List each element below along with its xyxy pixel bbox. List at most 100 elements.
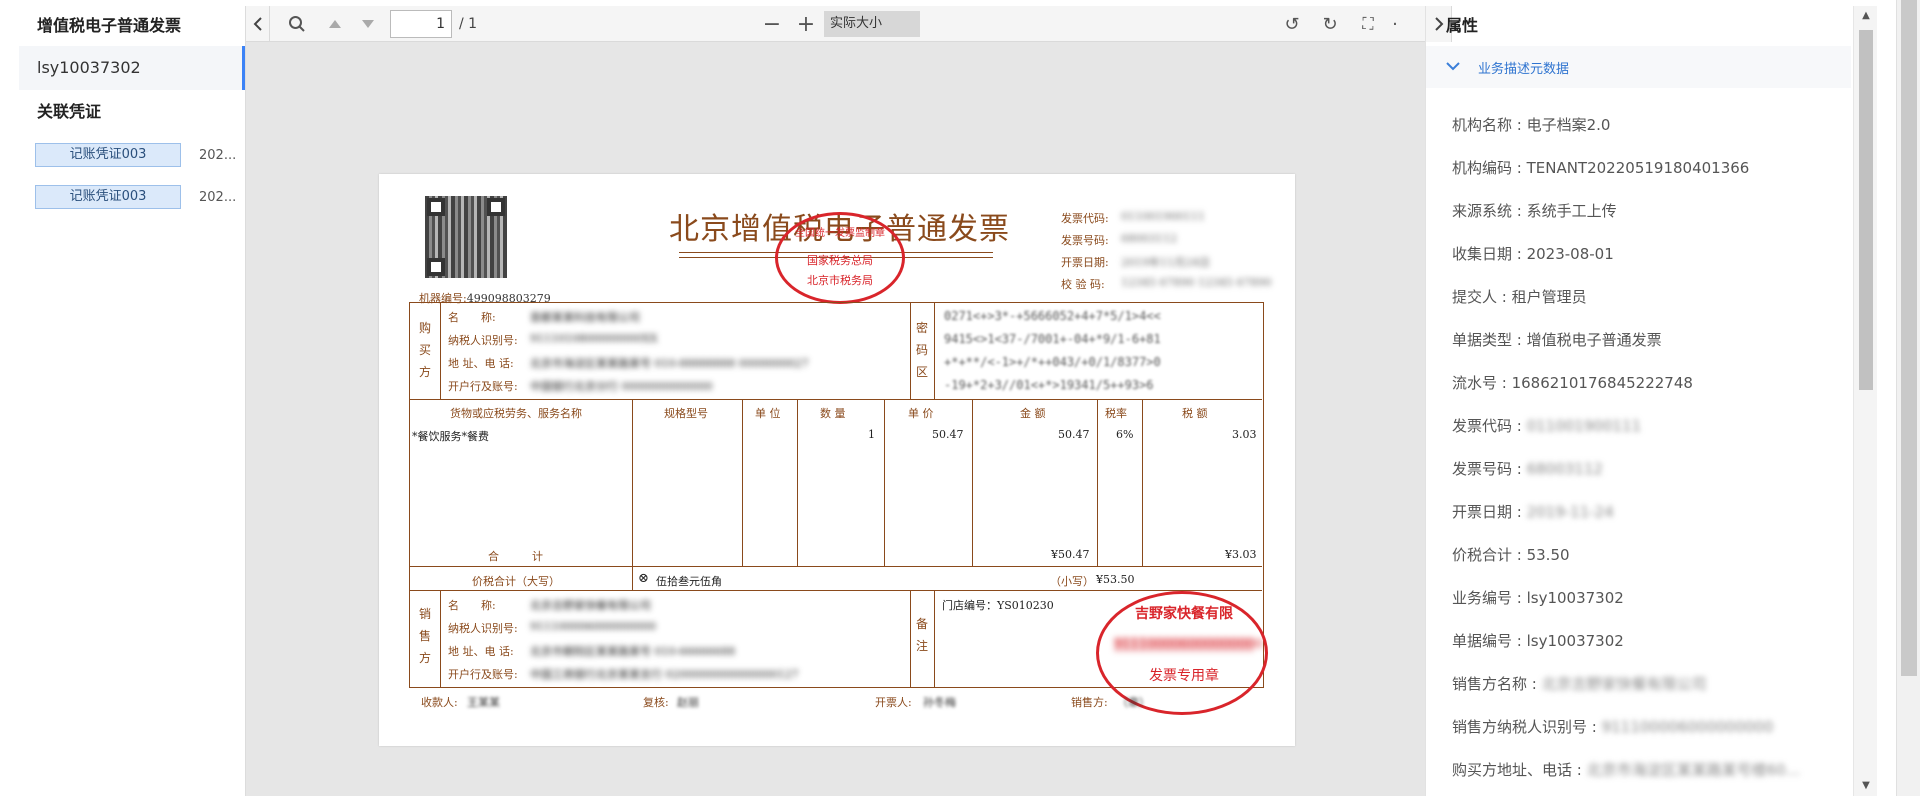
- col-header-price: 单 价: [908, 407, 934, 420]
- grid-line: [972, 399, 973, 566]
- grid-line: [632, 399, 633, 566]
- zoom-select[interactable]: 实际大小: [824, 11, 920, 37]
- property-value: 北京吉野家快餐有限公司: [1541, 675, 1707, 693]
- metadata-section-title: 业务描述元数据: [1478, 61, 1570, 77]
- seller-sign-label: 销售方:: [1071, 696, 1108, 709]
- properties-title: 属性: [1446, 16, 1479, 35]
- property-label: 收集日期 :: [1452, 245, 1527, 263]
- property-label: 来源系统 :: [1452, 202, 1527, 220]
- scroll-down-arrow[interactable]: ▼: [1854, 776, 1878, 796]
- rotate-cw-button[interactable]: ↻: [1318, 6, 1342, 42]
- check-code-value: 12345 67890 12345 67890: [1121, 276, 1272, 289]
- cipher-line: 0271<+>3*-+5666052+4+7*5/1>4<<: [944, 309, 1161, 323]
- cipher-line: +*+**/<-1>+/*++043/+0/1/8377>0: [944, 355, 1161, 369]
- item-tax: 3.03: [1232, 428, 1257, 441]
- col-header-amount: 金 额: [1020, 407, 1046, 420]
- item-rate: 6%: [1116, 428, 1134, 441]
- property-value: 北京市海淀区某某路某号楼60...: [1586, 761, 1800, 779]
- property-row: 发票号码 : 68003112: [1452, 458, 1603, 479]
- voucher-tag[interactable]: 记账凭证003: [35, 185, 181, 209]
- property-label: 销售方名称 :: [1452, 675, 1542, 693]
- stamp-text-bottom: 北京市税务局: [807, 274, 873, 287]
- search-button[interactable]: [284, 6, 310, 42]
- col-header-tax: 税 额: [1182, 407, 1208, 420]
- chevron-right-icon: [1434, 17, 1443, 31]
- grid-line: [410, 590, 1262, 591]
- page-number-input[interactable]: [390, 10, 452, 38]
- invoice-number-label: 发票号码:: [1061, 234, 1109, 247]
- panel-scrollbar[interactable]: ▲ ▼: [1853, 6, 1877, 796]
- page-scrollbar[interactable]: [1896, 0, 1920, 796]
- item-name: *餐饮服务*餐费: [412, 430, 489, 443]
- property-value: 增值税电子普通发票: [1526, 331, 1662, 349]
- invoice-table: 购买方 名 称: 首都某某科技有限公司 纳税人识别号: 911101080000…: [409, 302, 1268, 715]
- buyer-address-label: 地 址、电 话:: [448, 357, 514, 370]
- property-row: 机构名称 : 电子档案2.0: [1452, 114, 1610, 135]
- more-button[interactable]: ·: [1390, 6, 1400, 42]
- scroll-thumb[interactable]: [1859, 30, 1873, 390]
- search-icon: [289, 16, 305, 32]
- property-value: 2023-08-01: [1526, 245, 1614, 263]
- grid-line: [440, 303, 441, 399]
- property-label: 单据编号 :: [1452, 632, 1527, 650]
- property-row: 提交人 : 租户管理员: [1452, 286, 1587, 307]
- stamp-text-mid: 国家税务总局: [807, 254, 873, 267]
- next-page-button[interactable]: [357, 6, 379, 42]
- zoom-out-button[interactable]: −: [760, 6, 784, 42]
- voucher-tag[interactable]: 记账凭证003: [35, 143, 181, 167]
- reviewer-value: 赵丽: [677, 696, 699, 709]
- viewer-toolbar: / 1 − + 实际大小 ↺ ↻ ⛶ ·: [246, 6, 1426, 42]
- seller-name-value: 北京吉野家快餐有限公司: [530, 599, 651, 612]
- properties-panel: 属性 业务描述元数据 机构名称 : 电子档案2.0 机构编码 : TENANT20…: [1425, 6, 1853, 796]
- voucher-row[interactable]: 记账凭证003 202...: [19, 134, 245, 176]
- fullscreen-button[interactable]: ⛶: [1356, 6, 1380, 42]
- seller-name-label: 名 称:: [448, 599, 496, 612]
- drawer-value: 孙冬梅: [923, 696, 956, 709]
- col-header-qty: 数 量: [820, 407, 846, 420]
- property-value: 53.50: [1526, 546, 1570, 564]
- metadata-section-header[interactable]: 业务描述元数据: [1426, 46, 1851, 88]
- property-value: 电子档案2.0: [1526, 116, 1611, 134]
- previous-page-button[interactable]: [324, 6, 346, 42]
- seller-address-label: 地 址、电 话:: [448, 645, 514, 658]
- document-type-title: 增值税电子普通发票: [37, 16, 182, 35]
- property-row: 来源系统 : 系统手工上传: [1452, 200, 1617, 221]
- triangle-down-icon: [362, 20, 374, 28]
- circle-x-icon: ⊗: [638, 571, 649, 586]
- item-qty: 1: [868, 428, 875, 441]
- record-item[interactable]: lsy10037302: [19, 46, 245, 90]
- payee-label: 收款人:: [421, 696, 458, 709]
- grid-line: [410, 566, 1262, 567]
- total-tax: ¥3.03: [1225, 548, 1257, 561]
- property-value: 2019-11-24: [1526, 503, 1614, 521]
- property-label: 购买方地址、电话 :: [1452, 761, 1587, 779]
- property-row: 发票代码 : 011001900111: [1452, 415, 1641, 436]
- stamp-text-top: 全国统一发票监制章: [795, 228, 885, 239]
- property-value: lsy10037302: [1526, 632, 1624, 650]
- page-scroll-thumb[interactable]: [1901, 0, 1917, 676]
- qr-corner: [487, 198, 505, 216]
- invoice-page: 机器编号:499098803279 北京增值税电子普通发票 全国统一发票监制章 …: [379, 174, 1295, 746]
- grand-total-small: ¥53.50: [1096, 573, 1135, 586]
- scroll-up-arrow[interactable]: ▲: [1854, 6, 1878, 26]
- zoom-in-button[interactable]: +: [794, 6, 818, 42]
- property-label: 机构名称 :: [1452, 116, 1527, 134]
- triangle-up-icon: [329, 20, 341, 28]
- buyer-bank-value: 中国银行北京分行 0000000000000: [530, 380, 713, 393]
- qr-corner: [427, 198, 445, 216]
- seller-sign-value: （章）: [1117, 696, 1150, 709]
- rotate-ccw-button[interactable]: ↺: [1280, 6, 1304, 42]
- grid-line: [910, 303, 911, 399]
- seller-bank-value: 中国工商银行北京某某支行 0200000000000000127: [530, 668, 799, 681]
- grid-line: [440, 590, 441, 687]
- related-vouchers-title: 关联凭证: [37, 102, 102, 121]
- property-label: 机构编码 :: [1452, 159, 1527, 177]
- grand-total-words: 伍拾叁元伍角: [656, 575, 722, 588]
- voucher-row[interactable]: 记账凭证003 202...: [19, 176, 245, 218]
- seller-stamp-mid: 911100006000000000: [1114, 637, 1263, 652]
- property-row: 机构编码 : TENANT20220519180401366: [1452, 157, 1749, 178]
- page-total: / 1: [459, 16, 478, 32]
- invoice-code-value: 011001900111: [1121, 210, 1205, 223]
- property-row: 流水号 : 1686210176845222748: [1452, 372, 1693, 393]
- collapse-left-button[interactable]: [246, 6, 270, 42]
